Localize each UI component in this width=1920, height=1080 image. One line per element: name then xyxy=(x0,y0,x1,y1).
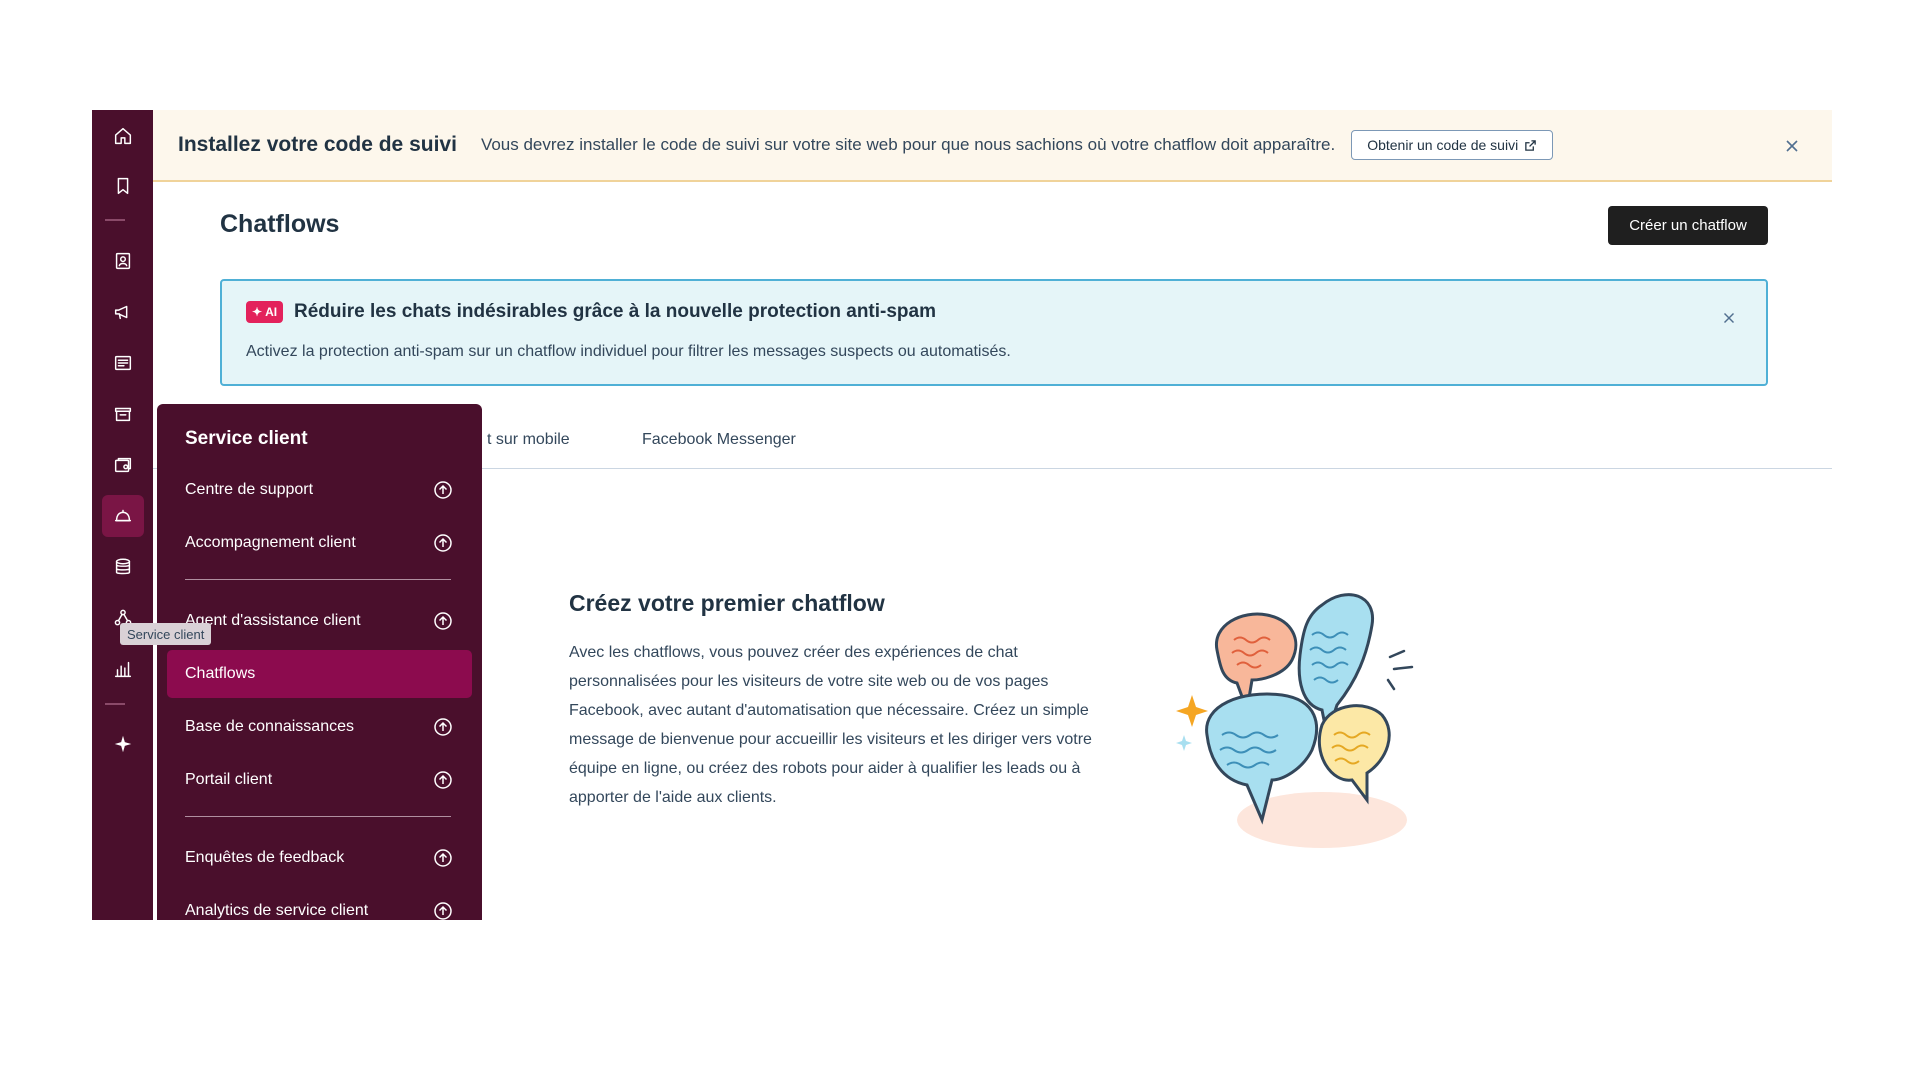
menu-item-agent-assistance-client[interactable]: Agent d'assistance client xyxy=(167,597,472,645)
reporting-icon[interactable] xyxy=(102,648,144,690)
sparkle-icon: ✦ xyxy=(252,305,263,319)
upgrade-arrow-icon xyxy=(434,849,452,867)
menu-item-enquetes-de-feedback[interactable]: Enquêtes de feedback xyxy=(167,834,472,882)
nav-rail xyxy=(92,110,153,920)
ai-badge: ✦ AI xyxy=(246,301,284,323)
menu-item-label: Enquêtes de feedback xyxy=(185,849,345,866)
upgrade-arrow-icon xyxy=(434,718,452,736)
menu-item-chatflows[interactable]: Chatflows xyxy=(167,650,472,698)
app-window: Installez votre code de suivi Vous devre… xyxy=(92,110,1832,920)
tab-facebook-messenger[interactable]: Facebook Messenger xyxy=(642,431,796,449)
external-link-icon xyxy=(1525,139,1536,151)
menu-item-label: Agent d'assistance client xyxy=(185,612,361,629)
service-client-menu: Service client Centre de support Accompa… xyxy=(157,404,482,920)
marketing-icon[interactable] xyxy=(102,291,144,333)
upgrade-arrow-icon xyxy=(434,771,452,789)
bookmark-icon[interactable] xyxy=(102,165,144,207)
menu-item-label: Chatflows xyxy=(185,665,256,682)
ai-badge-label: AI xyxy=(265,305,278,319)
menu-item-centre-de-support[interactable]: Centre de support xyxy=(167,466,472,514)
contacts-icon[interactable] xyxy=(102,240,144,282)
empty-state-text: Avec les chatflows, vous pouvez créer de… xyxy=(569,644,1092,806)
upgrade-arrow-icon xyxy=(434,534,452,552)
menu-divider xyxy=(185,579,451,580)
chat-bubbles-illustration xyxy=(1176,593,1414,848)
get-tracking-code-button[interactable]: Obtenir un code de suivi xyxy=(1351,130,1554,160)
upgrade-arrow-icon xyxy=(434,481,452,499)
create-chatflow-button[interactable]: Créer un chatflow xyxy=(1608,206,1768,245)
service-client-tooltip: Service client xyxy=(120,623,212,645)
rail-divider xyxy=(105,703,125,705)
menu-item-label: Centre de support xyxy=(185,481,314,498)
anti-spam-callout: ✦ AI Réduire les chats indésirables grâc… xyxy=(220,279,1768,386)
menu-title: Service client xyxy=(185,428,308,449)
upgrade-arrow-icon xyxy=(434,612,452,630)
menu-item-accompagnement-client[interactable]: Accompagnement client xyxy=(167,519,472,567)
callout-title: Réduire les chats indésirables grâce à l… xyxy=(294,301,936,322)
menu-divider xyxy=(185,816,451,817)
rail-divider xyxy=(105,219,125,221)
menu-item-portail-client[interactable]: Portail client xyxy=(167,756,472,804)
home-icon[interactable] xyxy=(102,115,144,157)
ai-sparkle-icon[interactable] xyxy=(102,723,144,765)
sales-icon[interactable] xyxy=(102,444,144,486)
page-title: Chatflows xyxy=(220,210,340,238)
menu-item-base-de-connaissances[interactable]: Base de connaissances xyxy=(167,703,472,751)
menu-item-label: Accompagnement client xyxy=(185,534,356,551)
banner-text: Vous devrez installer le code de suivi s… xyxy=(480,135,1336,154)
commerce-icon[interactable] xyxy=(102,393,144,435)
close-icon[interactable] xyxy=(1782,136,1802,156)
banner-title: Installez votre code de suivi xyxy=(178,133,457,156)
menu-item-label: Portail client xyxy=(185,771,273,788)
tracking-code-banner: Installez votre code de suivi Vous devre… xyxy=(153,110,1832,182)
menu-item-analytics-service-client[interactable]: Analytics de service client xyxy=(167,887,472,920)
menu-item-label: Analytics de service client xyxy=(185,902,369,919)
close-icon[interactable] xyxy=(1720,309,1738,327)
upgrade-arrow-icon xyxy=(434,902,452,920)
data-icon[interactable] xyxy=(102,546,144,588)
menu-item-label: Base de connaissances xyxy=(185,718,354,735)
service-icon[interactable] xyxy=(102,495,144,537)
content-icon[interactable] xyxy=(102,342,144,384)
tab-mobile[interactable]: t sur mobile xyxy=(487,431,570,449)
callout-text: Activez la protection anti-spam sur un c… xyxy=(246,343,1011,360)
empty-state-title: Créez votre premier chatflow xyxy=(569,590,885,616)
get-tracking-code-label: Obtenir un code de suivi xyxy=(1367,137,1519,153)
